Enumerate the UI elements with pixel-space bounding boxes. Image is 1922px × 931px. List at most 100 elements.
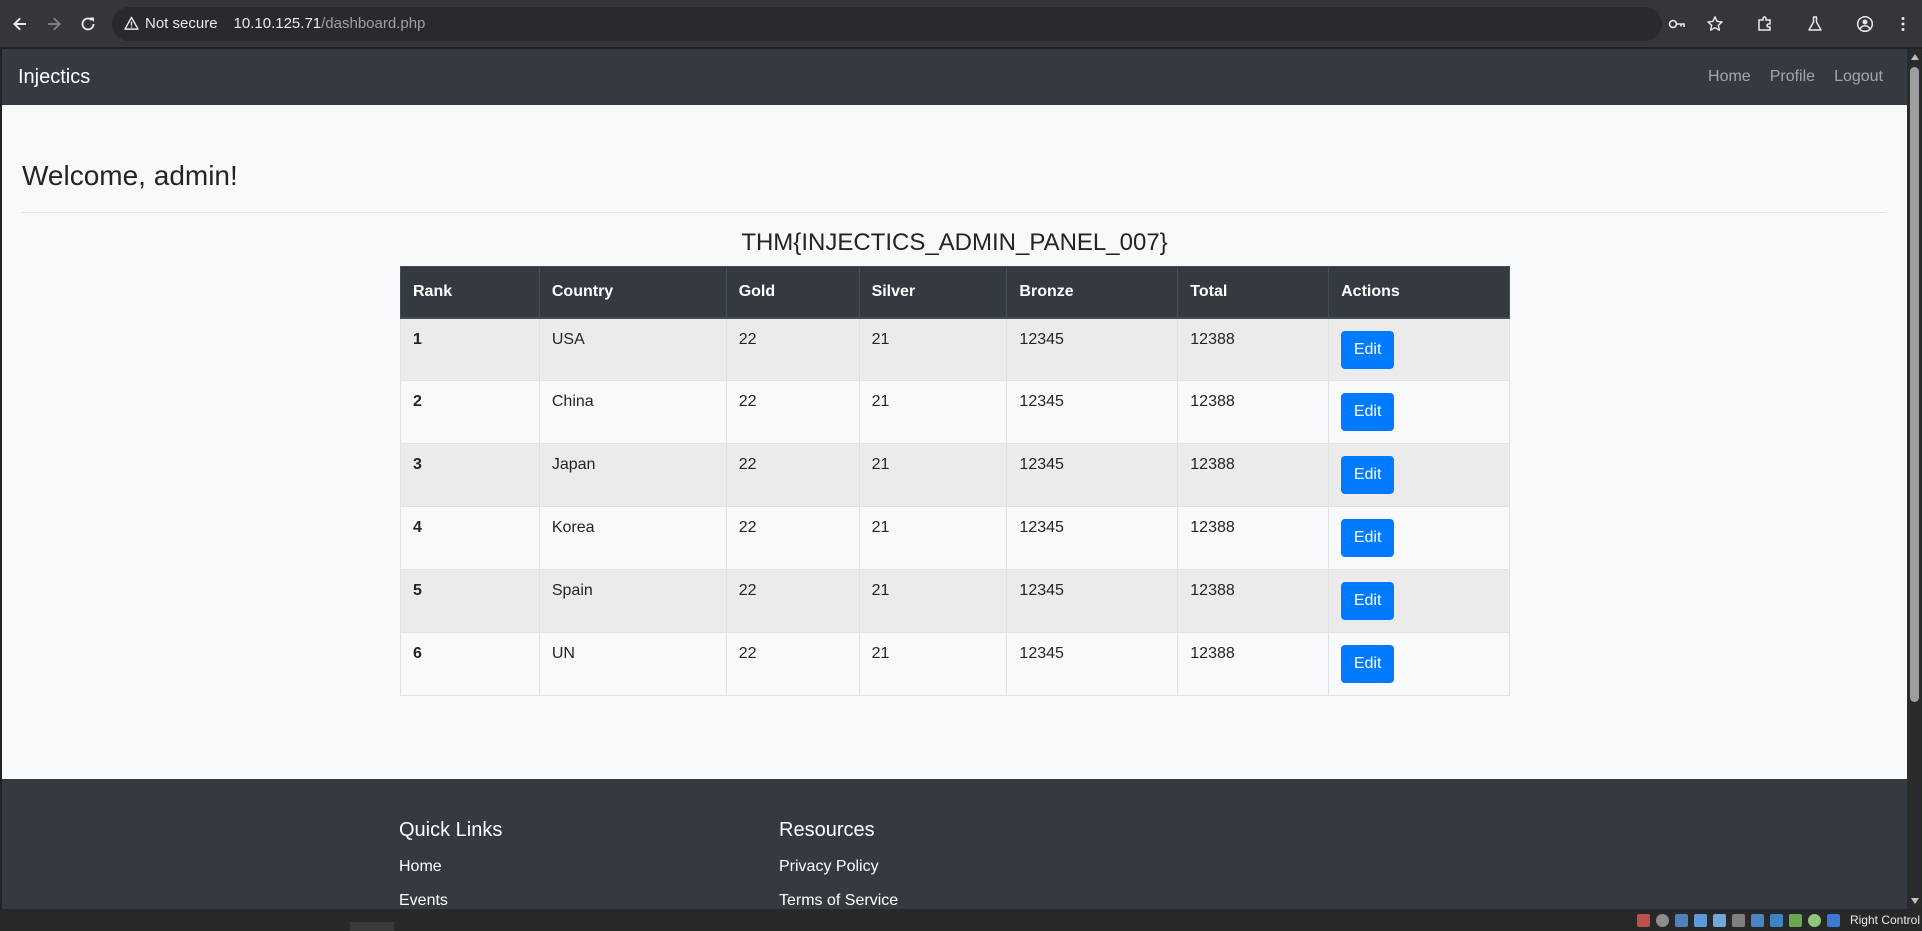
cell-total: 12388 — [1177, 506, 1330, 570]
site-navbar: Injectics Home Profile Logout — [2, 49, 1907, 105]
resources-title: Resources — [779, 819, 875, 841]
cell-bronze: 12345 — [1006, 443, 1179, 507]
labs-icon[interactable] — [1796, 0, 1834, 48]
cell-total: 12388 — [1177, 632, 1330, 696]
cell-rank: 3 — [400, 443, 540, 507]
cell-actions: Edit — [1328, 443, 1510, 507]
edit-button[interactable]: Edit — [1341, 645, 1395, 683]
table-row: 2 China 22 21 12345 12388 Edit — [400, 380, 1510, 444]
table-row: 3 Japan 22 21 12345 12388 Edit — [400, 443, 1510, 507]
cell-gold: 22 — [725, 569, 860, 633]
vm-status-bar: Right Control — [0, 909, 1922, 931]
cell-gold: 22 — [725, 443, 860, 507]
host-key-label: Right Control — [1849, 913, 1920, 927]
cell-rank: 6 — [400, 632, 540, 696]
url-host[interactable]: 10.10.125.71 — [234, 15, 322, 32]
cell-rank: 1 — [400, 317, 540, 381]
cell-total: 12388 — [1177, 569, 1330, 633]
cell-silver: 21 — [858, 443, 1008, 507]
site-footer: Quick Links Home Events Resources Privac… — [2, 779, 1907, 909]
footer-link-privacy[interactable]: Privacy Policy — [779, 850, 898, 884]
header-bronze: Bronze — [1006, 266, 1179, 319]
cell-total: 12388 — [1177, 317, 1330, 381]
cpu-icon[interactable] — [1788, 913, 1802, 927]
quick-links-title: Quick Links — [399, 819, 503, 841]
cell-gold: 22 — [725, 317, 860, 381]
security-label[interactable]: Not secure — [145, 15, 218, 32]
divider — [22, 212, 1886, 213]
extensions-icon[interactable] — [1746, 0, 1784, 48]
edit-button[interactable]: Edit — [1341, 582, 1395, 620]
browser-toolbar: Not secure 10.10.125.71/dashboard.php — [0, 0, 1922, 48]
back-icon[interactable] — [6, 10, 34, 38]
footer-resources: Resources Privacy Policy Terms of Servic… — [779, 819, 898, 909]
mouse-integration-icon[interactable] — [1807, 913, 1821, 927]
cell-silver: 21 — [858, 506, 1008, 570]
optical-drive-icon[interactable] — [1655, 913, 1669, 927]
warning-icon[interactable] — [124, 16, 139, 31]
footer-link-events[interactable]: Events — [399, 884, 502, 909]
edit-button[interactable]: Edit — [1341, 456, 1395, 494]
cell-gold: 22 — [725, 506, 860, 570]
network-icon[interactable] — [1693, 913, 1707, 927]
header-total: Total — [1177, 266, 1330, 319]
table-header-row: Rank Country Gold Silver Bronze Total Ac… — [400, 266, 1510, 319]
page-viewport: Injectics Home Profile Logout Welcome, a… — [2, 49, 1907, 909]
menu-icon[interactable] — [1884, 0, 1922, 48]
edit-button[interactable]: Edit — [1341, 393, 1395, 431]
cell-rank: 4 — [400, 506, 540, 570]
usb-icon[interactable] — [1712, 913, 1726, 927]
profile-icon[interactable] — [1846, 0, 1884, 48]
scroll-up-icon[interactable] — [1911, 54, 1919, 60]
scrollbar-thumb[interactable] — [1910, 67, 1919, 702]
edit-button[interactable]: Edit — [1341, 519, 1395, 557]
key-icon[interactable] — [1658, 0, 1696, 48]
cell-actions: Edit — [1328, 506, 1510, 570]
star-icon[interactable] — [1696, 0, 1734, 48]
keyboard-capture-icon[interactable] — [1826, 913, 1840, 927]
table-row: 6 UN 22 21 12345 12388 Edit — [400, 632, 1510, 696]
cell-total: 12388 — [1177, 443, 1330, 507]
cell-bronze: 12345 — [1006, 380, 1179, 444]
cell-country: Spain — [538, 569, 727, 633]
nav-link-logout[interactable]: Logout — [1834, 68, 1883, 86]
reload-icon[interactable] — [74, 10, 102, 38]
footer-quick-links: Quick Links Home Events — [399, 819, 502, 909]
forward-icon[interactable] — [40, 10, 68, 38]
header-country: Country — [538, 266, 727, 319]
footer-link-home[interactable]: Home — [399, 850, 502, 884]
audio-icon[interactable] — [1674, 913, 1688, 927]
recording-icon[interactable] — [1769, 913, 1783, 927]
header-rank: Rank — [400, 266, 540, 319]
cell-actions: Edit — [1328, 569, 1510, 633]
header-gold: Gold — [725, 266, 860, 319]
url-path[interactable]: /dashboard.php — [321, 15, 425, 32]
vm-tray-icons — [1636, 913, 1846, 927]
cell-silver: 21 — [858, 380, 1008, 444]
hdd-icon[interactable] — [1636, 913, 1650, 927]
cell-actions: Edit — [1328, 632, 1510, 696]
cell-silver: 21 — [858, 317, 1008, 381]
edit-button[interactable]: Edit — [1341, 330, 1395, 369]
taskbar-strip — [350, 922, 394, 931]
brand-logo[interactable]: Injectics — [18, 66, 90, 89]
table-row: 1 USA 22 21 12345 12388 Edit — [400, 317, 1510, 381]
cell-rank: 2 — [400, 380, 540, 444]
header-silver: Silver — [858, 266, 1008, 319]
address-bar[interactable]: Not secure 10.10.125.71/dashboard.php — [112, 6, 1662, 41]
flag-title: THM{INJECTICS_ADMIN_PANEL_007} — [741, 229, 1168, 256]
nav-link-home[interactable]: Home — [1708, 68, 1751, 86]
shared-folder-icon[interactable] — [1731, 913, 1745, 927]
table-row: 5 Spain 22 21 12345 12388 Edit — [400, 569, 1510, 633]
footer-link-terms[interactable]: Terms of Service — [779, 884, 898, 909]
display-icon[interactable] — [1750, 913, 1764, 927]
cell-bronze: 12345 — [1006, 569, 1179, 633]
nav-links: Home Profile Logout — [1689, 49, 1883, 105]
cell-gold: 22 — [725, 380, 860, 444]
page-scrollbar[interactable] — [1907, 49, 1922, 909]
cell-country: Japan — [538, 443, 727, 507]
scroll-down-icon[interactable] — [1911, 898, 1919, 904]
cell-rank: 5 — [400, 569, 540, 633]
medal-table: Rank Country Gold Silver Bronze Total Ac… — [400, 266, 1510, 696]
nav-link-profile[interactable]: Profile — [1770, 68, 1815, 86]
